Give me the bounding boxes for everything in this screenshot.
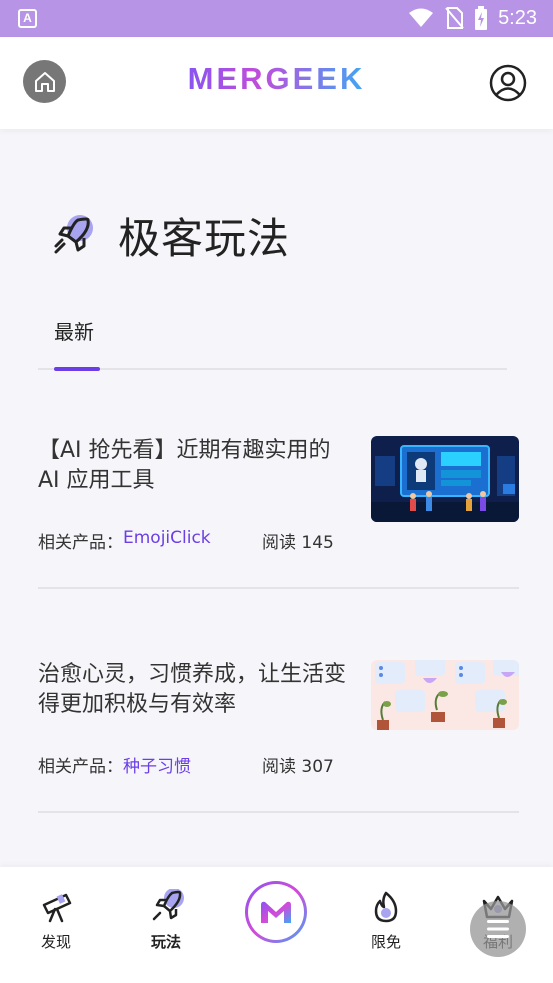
nav-discover[interactable]: 发现: [16, 889, 96, 952]
mergeek-logo[interactable]: MERGEEK: [0, 61, 553, 97]
article-title[interactable]: 治愈心灵，习惯养成，让生活变得更加积极与有效率: [38, 660, 348, 720]
related-product-link[interactable]: 种子习惯: [123, 752, 191, 777]
tab-latest[interactable]: 最新: [54, 316, 94, 345]
telescope-icon: [38, 889, 74, 925]
article-thumbnail[interactable]: [371, 436, 519, 522]
related-product-label: 相关产品：: [38, 757, 123, 777]
rocket-icon: [148, 888, 184, 925]
flame-icon: [368, 889, 404, 925]
floating-menu-button[interactable]: [470, 901, 526, 957]
status-bar: A 5:23: [0, 0, 553, 37]
article-meta: 相关产品： 种子习惯 阅读 307: [38, 752, 334, 777]
nav-label: 发现: [40, 933, 71, 951]
mergeek-center-button[interactable]: [245, 881, 307, 943]
read-count: 阅读 307: [262, 757, 334, 777]
wifi-icon: [409, 8, 434, 27]
article-title[interactable]: 【AI 抢先看】近期有趣实用的 AI 应用工具: [38, 436, 348, 496]
menu-icon: [487, 920, 509, 938]
nav-label: 玩法: [150, 933, 181, 951]
status-icons: 5:23: [408, 6, 537, 30]
app-header: MERGEEK: [0, 37, 553, 129]
page-title: 极客玩法: [118, 214, 291, 263]
battery-charging-icon: [475, 6, 488, 30]
no-sim-icon: [445, 7, 464, 29]
rocket-icon: [48, 212, 96, 260]
bottom-navigation: 发现 玩法 限免: [0, 867, 553, 983]
article-thumbnail[interactable]: [371, 660, 519, 730]
article-card[interactable]: 治愈心灵，习惯养成，让生活变得更加积极与有效率 相关产品： 种子习惯 阅读 30…: [38, 660, 519, 813]
nav-label: 限免: [370, 933, 401, 951]
tab-active-indicator: [54, 367, 100, 371]
tab-bar: 最新: [38, 300, 507, 371]
mergeek-m-icon: [261, 901, 291, 923]
status-time: 5:23: [498, 6, 537, 29]
related-product-link[interactable]: EmojiClick: [123, 528, 211, 553]
app-notification-icon: A: [18, 9, 37, 28]
read-count: 阅读 145: [262, 533, 334, 553]
article-card[interactable]: 【AI 抢先看】近期有趣实用的 AI 应用工具 相关产品： EmojiClick…: [38, 436, 519, 589]
related-product-label: 相关产品：: [38, 533, 123, 553]
nav-play[interactable]: 玩法: [126, 888, 206, 952]
user-icon[interactable]: [489, 64, 527, 102]
nav-free[interactable]: 限免: [346, 889, 426, 952]
article-meta: 相关产品： EmojiClick 阅读 145: [38, 528, 334, 553]
page-title-row: 极客玩法: [48, 205, 290, 266]
